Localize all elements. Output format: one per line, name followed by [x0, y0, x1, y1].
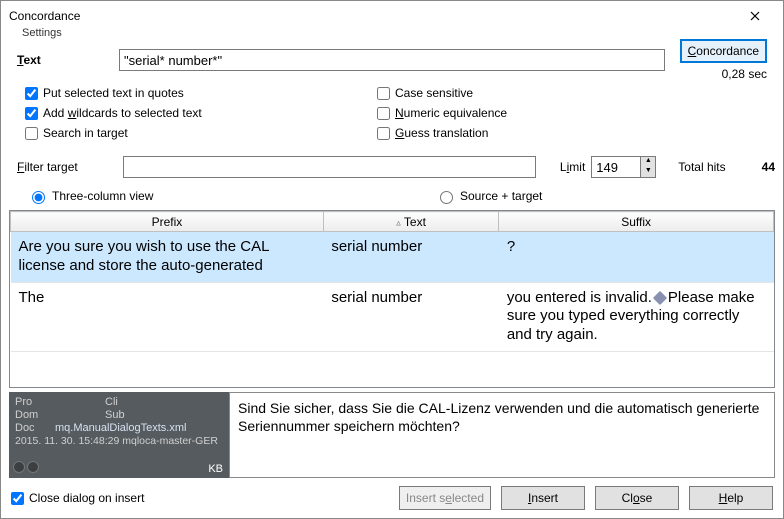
- numeric-equiv-checkbox[interactable]: Numeric equivalenceNumeric equivalence: [377, 104, 627, 122]
- meta-pro-label: Pro: [15, 396, 55, 408]
- search-target-checkbox[interactable]: Search in target: [25, 124, 377, 142]
- detail-pane: Pro Cli Dom Sub Docmq.ManualDialogTexts.xm…: [9, 392, 775, 478]
- meta-doc-label: Doc: [15, 422, 55, 434]
- limit-label: LimitLimit: [560, 160, 585, 174]
- add-wildcards-checkbox[interactable]: Add wildcards to selected textAdd wildca…: [25, 104, 377, 122]
- cell-suffix: you entered is invalid.Please make sure …: [499, 282, 774, 351]
- total-hits-label: Total hits: [678, 160, 725, 174]
- titlebar: Concordance: [1, 1, 783, 31]
- put-quotes-checkbox[interactable]: Put selected text in quotes: [25, 84, 377, 102]
- col-prefix[interactable]: Prefix: [11, 212, 324, 232]
- case-sensitive-checkbox[interactable]: Case sensitive: [377, 84, 627, 102]
- results-table[interactable]: Prefix ▵ Text Suffix Are you sure you wi…: [10, 211, 774, 352]
- table-row[interactable]: Are you sure you wish to use the CAL lic…: [11, 232, 774, 283]
- meta-cli-label: Cli: [105, 396, 145, 408]
- cell-prefix: Are you sure you wish to use the CAL lic…: [11, 232, 324, 283]
- results-table-wrap: Prefix ▵ Text Suffix Are you sure you wi…: [9, 210, 775, 388]
- cell-suffix: ?: [499, 232, 774, 283]
- meta-sub-label: Sub: [105, 409, 145, 421]
- translation-pane[interactable]: Sind Sie sicher, dass Sie die CAL-Lizenz…: [229, 392, 775, 478]
- settings-group-label: Settings: [19, 27, 65, 39]
- col-text[interactable]: ▵ Text: [323, 212, 498, 232]
- meta-doc-value: mq.ManualDialogTexts.xml: [55, 422, 223, 434]
- filter-row: Filter targetFilter target LimitLimit ▲▼…: [1, 150, 783, 182]
- three-column-radio[interactable]: Three-column view: [27, 188, 425, 204]
- limit-stepper[interactable]: ▲▼: [591, 156, 656, 178]
- meta-timestamp: 2015. 11. 30. 15:48:29 mqloca-master-GER: [15, 435, 223, 447]
- meta-panel: Pro Cli Dom Sub Docmq.ManualDialogTexts.xm…: [9, 392, 229, 478]
- table-row[interactable]: The serial number you entered is invalid…: [11, 282, 774, 351]
- settings-group: Settings Text Concordance 0,28 sec Put s…: [9, 33, 775, 150]
- limit-input[interactable]: [591, 156, 641, 178]
- search-text-input[interactable]: [119, 49, 665, 71]
- insert-button[interactable]: InsertInsert: [501, 486, 585, 510]
- timer-label: 0,28 sec: [722, 67, 767, 81]
- concordance-button[interactable]: Concordance: [680, 39, 767, 63]
- limit-down-icon[interactable]: ▼: [641, 167, 655, 177]
- cell-prefix: The: [11, 282, 324, 351]
- limit-up-icon[interactable]: ▲: [641, 157, 655, 167]
- view-mode-radios: Three-column view Source + target: [1, 182, 783, 210]
- meta-dom-label: Dom: [15, 409, 55, 421]
- segment-marker-icon: [653, 290, 667, 304]
- meta-kb-label: KB: [208, 463, 223, 475]
- text-label: Text: [17, 53, 113, 67]
- filter-target-label: Filter targetFilter target: [17, 160, 117, 174]
- cell-text: serial number: [323, 232, 498, 283]
- col-suffix[interactable]: Suffix: [499, 212, 774, 232]
- window-title: Concordance: [9, 9, 735, 23]
- concordance-window: Concordance Settings Text Concordance 0,…: [0, 0, 784, 519]
- filter-target-input[interactable]: [123, 156, 536, 178]
- guess-translation-checkbox[interactable]: Guess translationGuess translation: [377, 124, 627, 142]
- close-button[interactable]: CloseClose: [595, 486, 679, 510]
- total-hits-value: 44: [762, 160, 775, 174]
- close-icon[interactable]: [735, 2, 775, 30]
- bottom-bar: Close dialog on insert Insert selectedIn…: [1, 478, 783, 518]
- insert-selected-button: Insert selectedInsert selected: [399, 486, 491, 510]
- source-target-radio[interactable]: Source + target: [435, 188, 542, 204]
- cell-text: serial number: [323, 282, 498, 351]
- meta-nav-dots[interactable]: [13, 461, 41, 476]
- help-button[interactable]: HelpHelp: [689, 486, 773, 510]
- close-on-insert-checkbox[interactable]: Close dialog on insert: [11, 489, 144, 507]
